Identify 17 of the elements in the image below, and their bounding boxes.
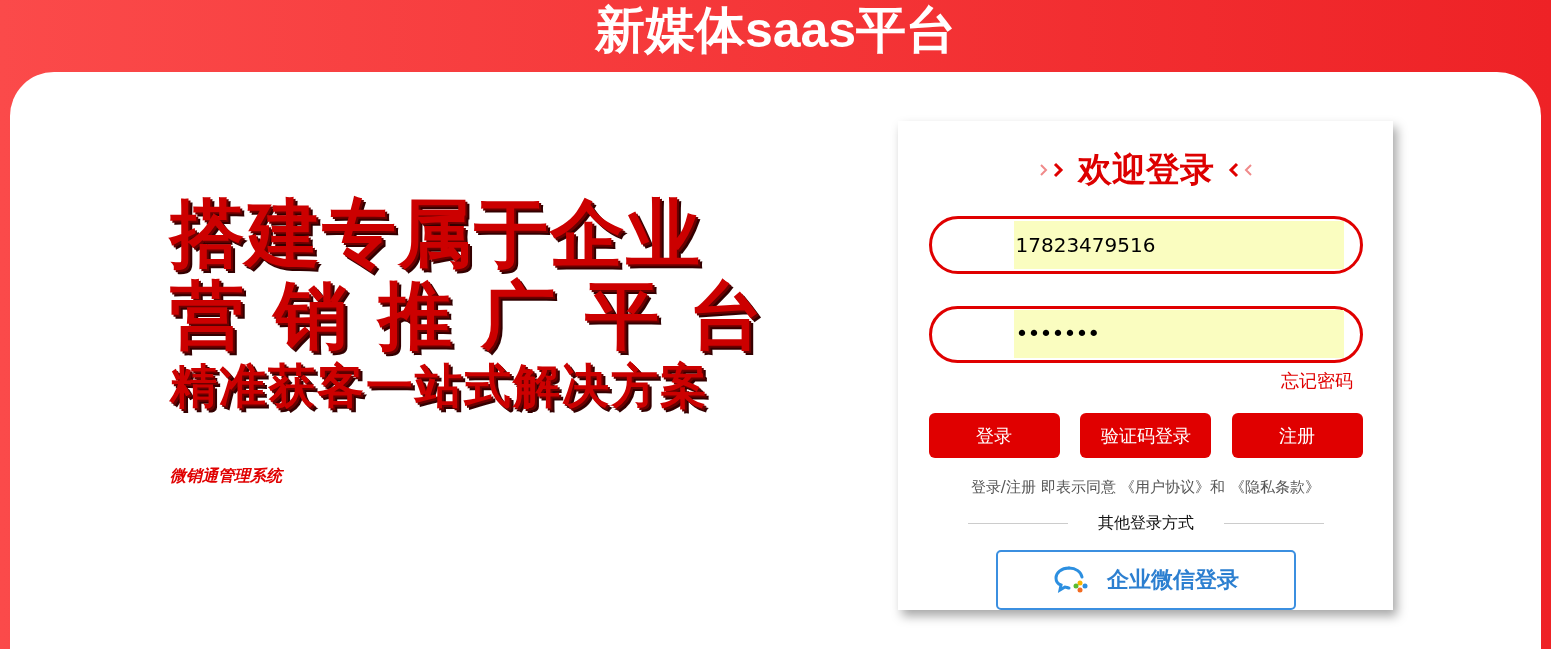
phone-field[interactable]: 17823479516 xyxy=(928,216,1363,274)
promo-headline: 精准获客一站式解决方案 xyxy=(170,357,710,415)
promo-caption: 微销通管理系统 xyxy=(170,466,285,487)
other-login-label: 其他登录方式 xyxy=(1097,513,1194,534)
login-button[interactable]: 登录 xyxy=(928,413,1060,458)
login-button[interactable]: 注册 xyxy=(1231,413,1363,458)
forgot-password-link[interactable]: 忘记密码 xyxy=(1280,369,1363,393)
login-title: 欢迎登录 xyxy=(1077,147,1214,191)
password-field[interactable]: ••••••• xyxy=(928,305,1363,363)
promo-headline: 搭建专属于企业 xyxy=(170,192,703,274)
agreement-text: 登录/注册 即表示同意 《用户协议》和 《隐私条款》 xyxy=(970,478,1321,497)
login-button[interactable]: 验证码登录 xyxy=(1080,413,1211,458)
privacy-link[interactable]: 《隐私条款》 xyxy=(1230,478,1321,496)
wecom-login-button[interactable]: 企业微信登录 xyxy=(995,550,1296,610)
page-title: 新媒体saas平台 xyxy=(594,5,957,55)
promo-headline: 营 销 推 广 平 台 xyxy=(170,274,766,356)
user-agreement-link[interactable]: 《用户协议》 xyxy=(1120,478,1211,496)
